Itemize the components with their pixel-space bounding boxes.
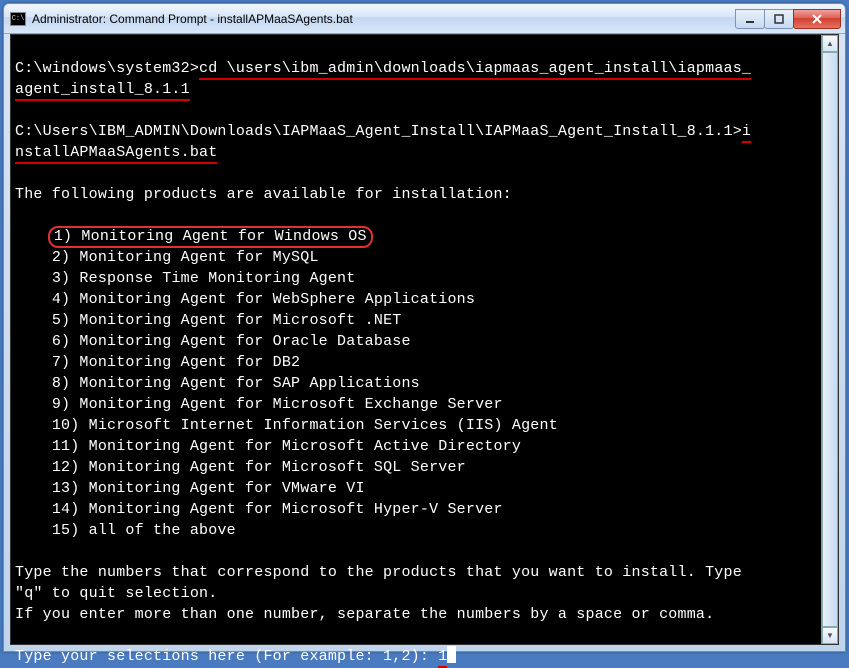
option-6: 6) Monitoring Agent for Oracle Database bbox=[52, 333, 411, 350]
option-5: 5) Monitoring Agent for Microsoft .NET bbox=[52, 312, 402, 329]
option-7: 7) Monitoring Agent for DB2 bbox=[52, 354, 300, 371]
command-install: i bbox=[742, 123, 751, 143]
command-cd: cd \users\ibm_admin\downloads\iapmaas_ag… bbox=[199, 60, 751, 80]
option-4: 4) Monitoring Agent for WebSphere Applic… bbox=[52, 291, 475, 308]
selection-prompt: Type your selections here (For example: … bbox=[15, 648, 438, 665]
selection-input[interactable]: 1 bbox=[438, 648, 447, 668]
intro-text: The following products are available for… bbox=[15, 186, 512, 203]
command-install-cont: nstallAPMaaSAgents.bat bbox=[15, 144, 217, 164]
prompt-path-2: C:\Users\IBM_ADMIN\Downloads\IAPMaaS_Age… bbox=[15, 123, 742, 140]
instruction-text-2: If you enter more than one number, separ… bbox=[15, 606, 714, 623]
app-icon: C:\ bbox=[10, 12, 26, 26]
option-13: 13) Monitoring Agent for VMware VI bbox=[52, 480, 365, 497]
command-prompt-window: C:\ Administrator: Command Prompt - inst… bbox=[3, 3, 846, 652]
titlebar[interactable]: C:\ Administrator: Command Prompt - inst… bbox=[4, 4, 845, 34]
option-2: 2) Monitoring Agent for MySQL bbox=[52, 249, 319, 266]
instruction-text: "q" to quit selection. bbox=[15, 585, 217, 602]
option-12: 12) Monitoring Agent for Microsoft SQL S… bbox=[52, 459, 466, 476]
scrollbar[interactable]: ▲ ▼ bbox=[821, 35, 838, 644]
scroll-up-button[interactable]: ▲ bbox=[822, 35, 838, 52]
instruction-text: Type the numbers that correspond to the … bbox=[15, 564, 742, 581]
option-9: 9) Monitoring Agent for Microsoft Exchan… bbox=[52, 396, 503, 413]
option-15: 15) all of the above bbox=[52, 522, 236, 539]
maximize-button[interactable] bbox=[764, 9, 794, 29]
option-11: 11) Monitoring Agent for Microsoft Activ… bbox=[52, 438, 521, 455]
option-3: 3) Response Time Monitoring Agent bbox=[52, 270, 356, 287]
option-8: 8) Monitoring Agent for SAP Applications bbox=[52, 375, 420, 392]
option-1: 1) Monitoring Agent for Windows OS bbox=[48, 226, 373, 248]
command-cd-cont: agent_install_8.1.1 bbox=[15, 81, 190, 101]
window-title: Administrator: Command Prompt - installA… bbox=[32, 12, 736, 26]
scroll-down-button[interactable]: ▼ bbox=[822, 627, 838, 644]
minimize-button[interactable] bbox=[735, 9, 765, 29]
option-14: 14) Monitoring Agent for Microsoft Hyper… bbox=[52, 501, 503, 518]
option-10: 10) Microsoft Internet Information Servi… bbox=[52, 417, 558, 434]
terminal-area[interactable]: C:\windows\system32>cd \users\ibm_admin\… bbox=[10, 34, 839, 645]
scroll-thumb[interactable] bbox=[822, 52, 838, 627]
close-button[interactable] bbox=[793, 9, 841, 29]
prompt-path: C:\windows\system32> bbox=[15, 60, 199, 77]
